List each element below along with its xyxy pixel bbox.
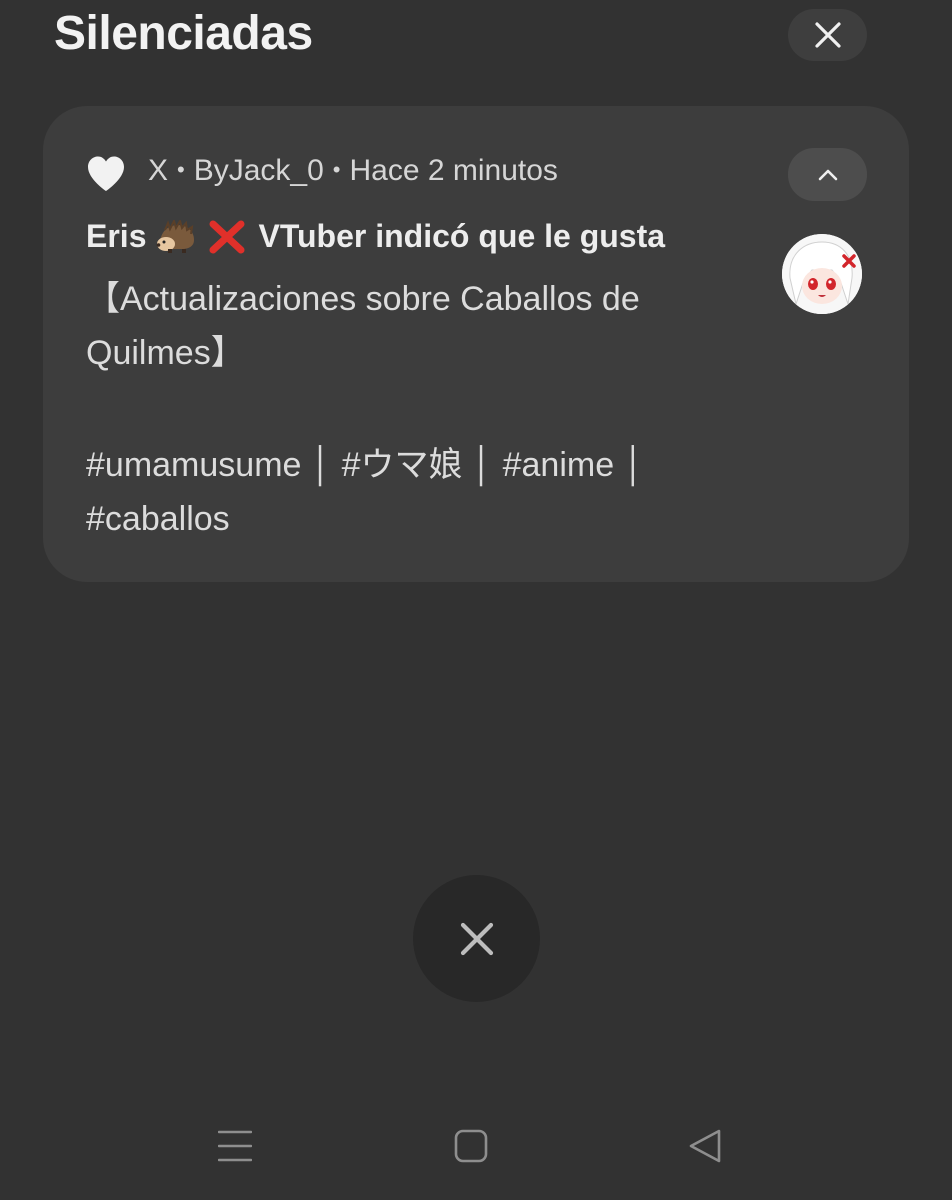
avatar-image — [782, 234, 862, 314]
separator-dot: • — [177, 157, 185, 182]
back-button[interactable] — [675, 1120, 735, 1172]
notification-card[interactable]: X • ByJack_0 • Hace 2 minutos Eris VTuber in… — [43, 106, 909, 582]
close-icon — [460, 922, 493, 955]
hashtag-line: #caballos — [86, 500, 230, 538]
notification-title: Eris VTuber indicó que le gusta — [86, 218, 665, 255]
separator-dot: • — [332, 157, 341, 182]
body-line: 【Actualizaciones sobre Caballos de — [86, 280, 640, 318]
body-line: Quilmes】 — [86, 334, 245, 372]
chevron-up-icon — [818, 169, 837, 180]
avatar — [782, 234, 862, 314]
home-button[interactable] — [441, 1120, 501, 1172]
app-name: X — [148, 154, 169, 187]
title-text: VTuber indicó que le gusta — [258, 218, 666, 254]
cross-mark-emoji — [209, 220, 245, 253]
close-button[interactable] — [788, 9, 867, 61]
timestamp: Hace 2 minutos — [349, 154, 558, 187]
hashtag-line: #umamusume │ #ウマ娘 │ #anime │ — [86, 446, 645, 484]
navigation-bar — [0, 1100, 952, 1200]
hedgehog-emoji — [157, 219, 195, 253]
page-title: Silenciadas — [54, 7, 313, 60]
close-icon — [814, 22, 841, 48]
dismiss-button[interactable] — [413, 875, 540, 1002]
recents-button[interactable] — [205, 1120, 265, 1172]
home-icon — [454, 1129, 488, 1163]
notification-body: 【Actualizaciones sobre Caballos de Quilm… — [86, 272, 736, 546]
collapse-button[interactable] — [788, 148, 867, 201]
heart-icon — [88, 156, 124, 191]
notification-meta: X • ByJack_0 • Hace 2 minutos — [148, 154, 558, 188]
back-icon — [689, 1129, 721, 1163]
sender-name: Eris — [86, 218, 147, 254]
recents-icon — [218, 1130, 252, 1162]
account-name: ByJack_0 — [193, 154, 324, 187]
